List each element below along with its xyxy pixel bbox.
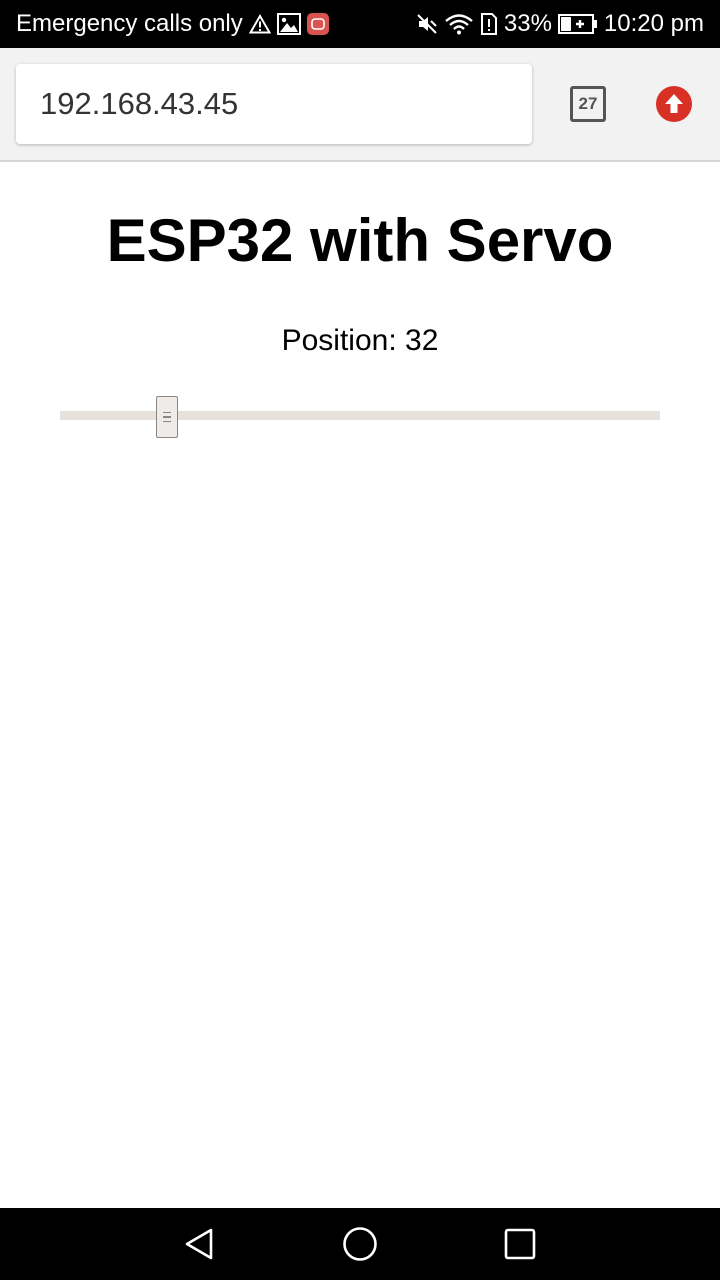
warning-icon	[248, 14, 271, 34]
status-left: Emergency calls only	[16, 0, 329, 48]
navigation-bar	[0, 1208, 720, 1280]
back-icon	[185, 1228, 213, 1260]
back-button[interactable]	[182, 1226, 218, 1262]
grip-line	[162, 420, 171, 423]
sim-alert-icon	[480, 13, 498, 35]
recents-icon	[504, 1228, 536, 1260]
home-button[interactable]	[342, 1226, 378, 1262]
clock: 10:20 pm	[603, 10, 704, 37]
url-text: 192.168.43.45	[40, 86, 239, 121]
update-button[interactable]	[656, 86, 692, 122]
browser-toolbar: 192.168.43.45 27	[0, 48, 720, 162]
web-page: ESP32 with Servo Position: 32	[0, 164, 720, 1208]
recents-button[interactable]	[502, 1226, 538, 1262]
status-bar: Emergency calls only 33% 10:20 pm	[0, 0, 720, 48]
url-bar[interactable]: 192.168.43.45	[16, 64, 532, 144]
grip-line	[162, 411, 171, 414]
status-right: 33% 10:20 pm	[416, 0, 704, 48]
grip-line	[162, 416, 171, 418]
position-label: Position:	[281, 324, 406, 357]
tab-switcher-button[interactable]: 27	[570, 86, 606, 122]
mute-icon	[416, 13, 438, 35]
home-icon	[343, 1227, 377, 1261]
arrow-up-circle-icon	[656, 86, 692, 122]
image-alert-icon	[276, 13, 301, 35]
wifi-icon	[444, 13, 474, 35]
servo-slider-thumb[interactable]	[155, 396, 178, 438]
position-readout: Position: 32	[0, 324, 720, 358]
app-notification-icon	[306, 13, 329, 35]
carrier-text: Emergency calls only	[16, 10, 243, 37]
position-value: 32	[405, 324, 439, 357]
battery-percent: 33%	[503, 10, 552, 37]
page-title: ESP32 with Servo	[106, 207, 614, 274]
battery-charging-icon	[557, 13, 598, 35]
servo-slider-track[interactable]	[60, 411, 660, 420]
tab-count: 27	[578, 94, 598, 113]
